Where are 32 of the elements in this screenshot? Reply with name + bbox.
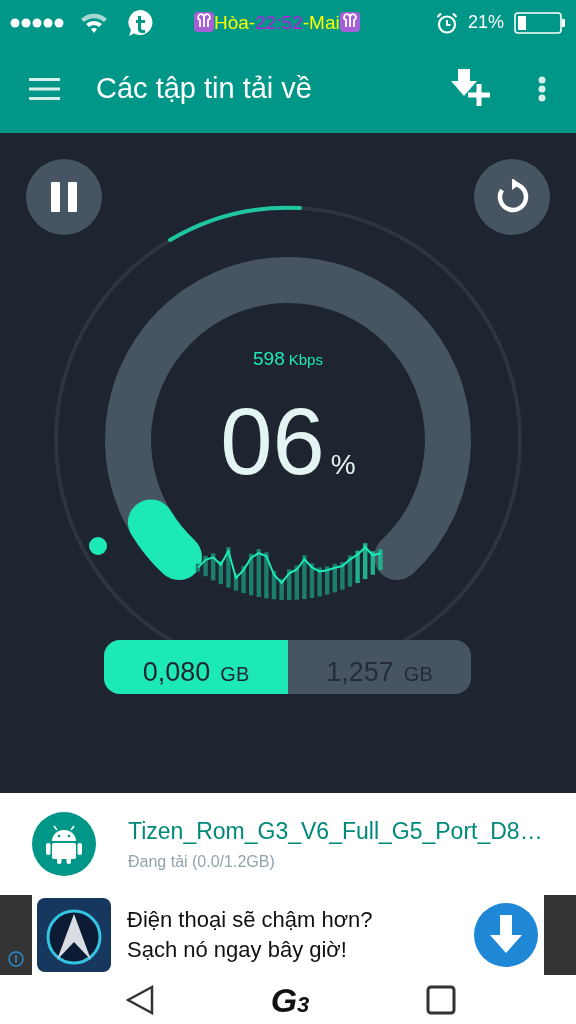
downloaded-unit: GB	[220, 662, 250, 687]
more-options-icon[interactable]	[538, 76, 546, 102]
speed-unit: Kbps	[288, 350, 323, 370]
ad-text: Điện thoại sẽ chậm hơn?	[127, 906, 373, 934]
percent-sign: %	[330, 451, 356, 479]
back-button[interactable]	[126, 984, 154, 1015]
battery-icon	[514, 11, 566, 34]
app-logo-icon	[37, 898, 111, 972]
info-icon	[7, 950, 25, 968]
gauge-dot	[89, 537, 107, 555]
percent-value: 06	[220, 395, 325, 489]
app-title: Các tập tin tải về	[96, 71, 312, 107]
ad-banner[interactable]: Điện thoại sẽ chậm hơn? Sạch nó ngay bây giờ!	[0, 895, 576, 975]
ad-text: Sạch nó ngay bây giờ!	[127, 936, 348, 964]
alarm-icon	[435, 11, 458, 34]
aries-icon	[194, 12, 214, 32]
aries-icon	[339, 12, 360, 32]
logo: G3	[270, 982, 310, 1017]
file-name: Tizen_Rom_G3_V6_Full_G5_Port_D8…	[128, 816, 543, 846]
speed-value: 598	[253, 347, 285, 371]
pause-icon	[51, 182, 77, 212]
menu-icon[interactable]	[29, 78, 60, 100]
download-status: Đang tải (0.0/1.2GB)	[128, 852, 276, 873]
clock-text: Hòa-22:52-Mai	[214, 12, 340, 32]
battery-percent: 21%	[467, 11, 504, 34]
chat-bubble-icon	[126, 8, 154, 37]
wifi-icon	[80, 11, 108, 34]
android-icon	[32, 812, 96, 876]
download-icon	[474, 903, 538, 967]
signal-icon	[10, 17, 64, 28]
recents-button[interactable]	[426, 984, 456, 1015]
downloaded-size: 0,080	[142, 656, 211, 689]
